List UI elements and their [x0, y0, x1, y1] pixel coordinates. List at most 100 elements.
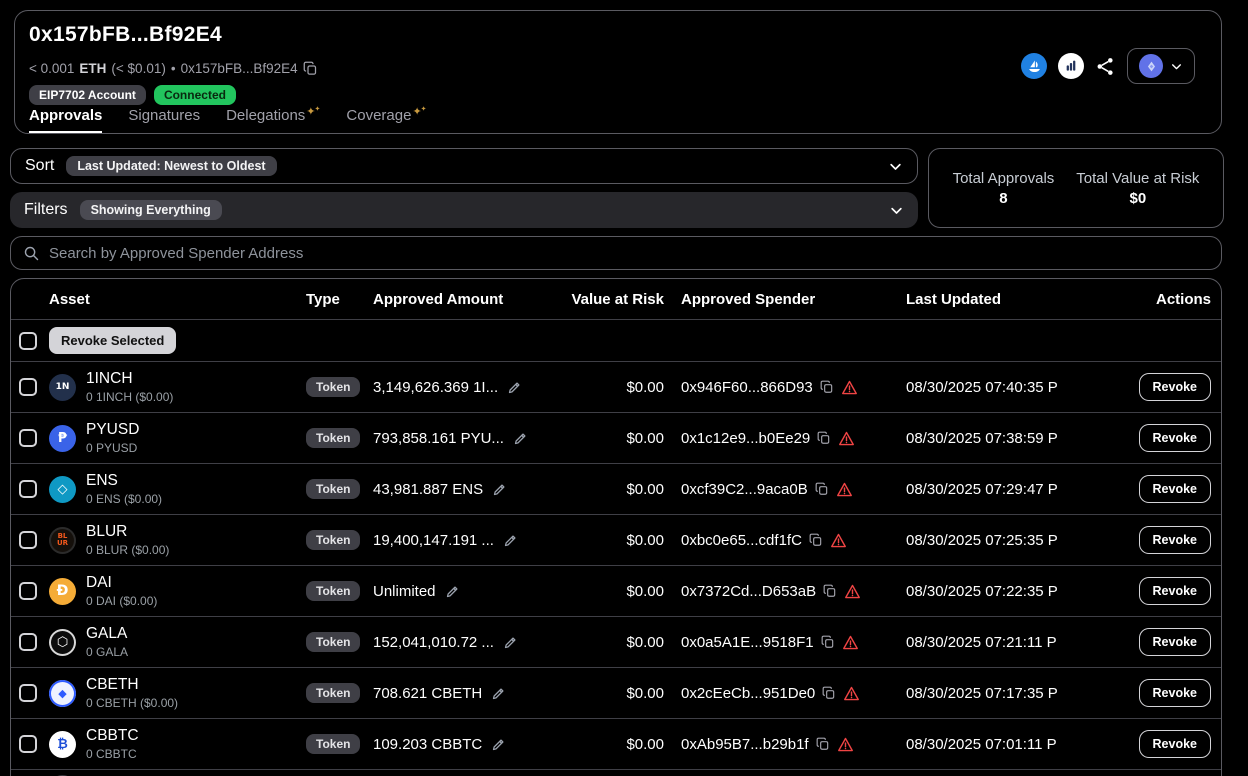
edit-amount-icon[interactable] [507, 380, 522, 395]
edit-amount-icon[interactable] [445, 584, 460, 599]
type-badge: Token [306, 530, 360, 550]
edit-amount-icon[interactable] [513, 431, 528, 446]
total-approvals-value: 8 [953, 190, 1055, 207]
sort-dropdown[interactable]: Sort Last Updated: Newest to Oldest [10, 148, 918, 184]
asset-balance: 0 GALA [86, 645, 128, 659]
revoke-selected-button[interactable]: Revoke Selected [49, 327, 176, 354]
copy-spender-icon[interactable] [820, 380, 834, 394]
warning-icon[interactable] [843, 685, 860, 702]
tab-signatures[interactable]: Signatures [128, 107, 200, 133]
token-icon: Ð [49, 578, 76, 605]
row-checkbox[interactable] [19, 633, 37, 651]
row-checkbox[interactable] [19, 684, 37, 702]
revoke-button[interactable]: Revoke [1139, 577, 1211, 605]
asset-name[interactable]: CBBTC [86, 727, 139, 745]
asset-name[interactable]: BLUR [86, 523, 169, 541]
filters-value-pill: Showing Everything [80, 200, 222, 220]
search-input[interactable] [49, 245, 1209, 262]
row-checkbox[interactable] [19, 582, 37, 600]
table-header-row: Asset Type Approved Amount Value at Risk… [11, 279, 1221, 319]
sort-label: Sort [25, 157, 54, 175]
last-updated: 08/30/2025 07:29:47 P [906, 481, 1138, 498]
type-badge: Token [306, 479, 360, 499]
row-checkbox[interactable] [19, 735, 37, 753]
revoke-button[interactable]: Revoke [1139, 526, 1211, 554]
col-type: Type [306, 291, 373, 308]
header-actions [1021, 48, 1195, 84]
totals-summary: Total Approvals 8 Total Value at Risk $0 [928, 148, 1224, 228]
account-badges: EIP7702 Account Connected [29, 85, 236, 105]
copy-spender-icon[interactable] [822, 686, 836, 700]
last-updated: 08/30/2025 07:38:59 P [906, 430, 1138, 447]
revoke-button[interactable]: Revoke [1139, 424, 1211, 452]
network-selector-button[interactable] [1127, 48, 1195, 84]
warning-icon[interactable] [836, 481, 853, 498]
revoke-button[interactable]: Revoke [1139, 730, 1211, 758]
table-row: Ð DAI 0 DAI ($0.00) Token Unlimited $0.0… [11, 565, 1221, 616]
token-icon: ₿ [49, 731, 76, 758]
table-row: BL UR BLUR 0 BLUR ($0.00) Token 19,400,1… [11, 514, 1221, 565]
last-updated: 08/30/2025 07:01:11 P [906, 736, 1138, 753]
copy-spender-icon[interactable] [809, 533, 823, 547]
copy-spender-icon[interactable] [821, 635, 835, 649]
row-checkbox[interactable] [19, 531, 37, 549]
copy-spender-icon[interactable] [823, 584, 837, 598]
total-approvals-label: Total Approvals [953, 170, 1055, 187]
share-icon[interactable] [1095, 56, 1116, 77]
edit-amount-icon[interactable] [492, 482, 507, 497]
type-badge: Token [306, 683, 360, 703]
warning-icon[interactable] [837, 736, 854, 753]
opensea-icon[interactable] [1021, 53, 1047, 79]
row-checkbox[interactable] [19, 378, 37, 396]
copy-address-icon[interactable] [303, 61, 318, 76]
warning-icon[interactable] [830, 532, 847, 549]
col-approved-amount: Approved Amount [373, 291, 566, 308]
token-icon: ◆ [49, 680, 76, 707]
page-title: 0x157bFB...Bf92E4 [29, 23, 222, 47]
row-checkbox[interactable] [19, 429, 37, 447]
value-at-risk: $0.00 [566, 430, 664, 447]
warning-icon[interactable] [842, 634, 859, 651]
asset-name[interactable]: ENS [86, 472, 162, 490]
asset-name[interactable]: PYUSD [86, 421, 139, 439]
token-icon: ₱ [49, 425, 76, 452]
asset-name[interactable]: 1INCH [86, 370, 173, 388]
revoke-button[interactable]: Revoke [1139, 475, 1211, 503]
edit-amount-icon[interactable] [503, 533, 518, 548]
warning-icon[interactable] [841, 379, 858, 396]
row-checkbox[interactable] [19, 480, 37, 498]
revoke-button[interactable]: Revoke [1139, 679, 1211, 707]
filters-dropdown[interactable]: Filters Showing Everything [10, 192, 918, 228]
warning-icon[interactable] [838, 430, 855, 447]
token-icon: BL UR [49, 527, 76, 554]
account-type-badge: EIP7702 Account [29, 85, 146, 105]
asset-name[interactable]: GALA [86, 625, 128, 643]
copy-spender-icon[interactable] [816, 737, 830, 751]
tab-coverage[interactable]: Coverage [346, 107, 426, 133]
select-all-checkbox[interactable] [19, 332, 37, 350]
etherscan-icon[interactable] [1058, 53, 1084, 79]
edit-amount-icon[interactable] [503, 635, 518, 650]
type-badge: Token [306, 581, 360, 601]
copy-spender-icon[interactable] [817, 431, 831, 445]
edit-amount-icon[interactable] [491, 686, 506, 701]
revoke-button[interactable]: Revoke [1139, 628, 1211, 656]
connected-badge: Connected [154, 85, 236, 105]
warning-icon[interactable] [844, 583, 861, 600]
edit-amount-icon[interactable] [491, 737, 506, 752]
tab-approvals[interactable]: Approvals [29, 107, 102, 133]
asset-name[interactable]: DAI [86, 574, 157, 592]
copy-spender-icon[interactable] [815, 482, 829, 496]
asset-balance: 0 1INCH ($0.00) [86, 390, 173, 404]
asset-balance: 0 DAI ($0.00) [86, 594, 157, 608]
asset-name[interactable]: CBETH [86, 676, 178, 694]
revoke-button[interactable]: Revoke [1139, 373, 1211, 401]
sort-value-pill: Last Updated: Newest to Oldest [66, 156, 276, 176]
col-value-at-risk: Value at Risk [566, 291, 664, 308]
chevron-down-icon [888, 159, 903, 174]
table-row: ₿ CBBTC 0 CBBTC Token 109.203 CBBTC $0.0… [11, 718, 1221, 769]
total-value-at-risk: Total Value at Risk $0 [1076, 170, 1199, 207]
tab-delegations[interactable]: Delegations [226, 107, 320, 133]
value-at-risk: $0.00 [566, 736, 664, 753]
filters-label: Filters [24, 201, 68, 219]
